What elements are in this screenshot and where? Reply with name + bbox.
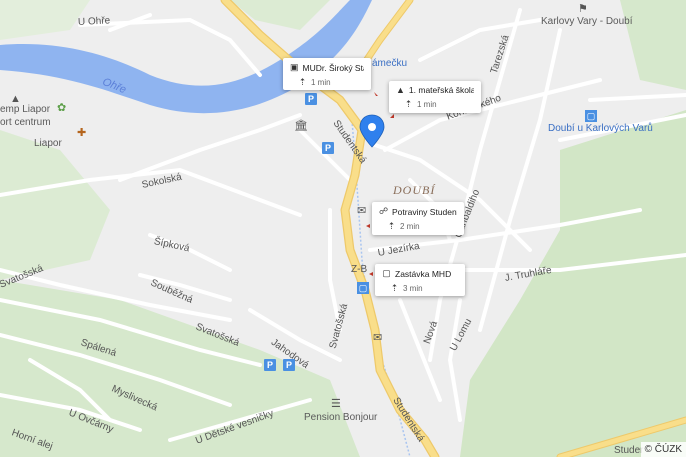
- place-label-karlovy-vary-doubi[interactable]: Karlovy Vary - Doubí: [541, 16, 633, 27]
- popup-time: 2 min: [400, 222, 420, 231]
- popup-name: Zastávka MHD: [395, 268, 452, 279]
- map-copyright[interactable]: © ČÚZK: [640, 442, 686, 457]
- parking-icon[interactable]: P: [322, 142, 334, 154]
- popup-name: 1. mateřská škola...: [408, 85, 474, 95]
- place-label-doubi-u-karlovych-varu[interactable]: Doubí u Karlových Varů: [548, 123, 653, 134]
- popup-time: 3 min: [403, 284, 423, 293]
- mail-icon[interactable]: ✉: [373, 333, 382, 344]
- popup-name: MUDr. Široký Stan...: [302, 62, 364, 73]
- popup-materska-skola[interactable]: ▲1. mateřská škola... ⇡ 1 min: [389, 81, 481, 113]
- popup-time: 1 min: [311, 78, 331, 87]
- shop-icon: ☍: [379, 206, 389, 216]
- school-icon: ▲: [396, 85, 405, 95]
- popup-potraviny[interactable]: ☍Potraviny Student... ⇡ 2 min: [372, 202, 464, 235]
- palm-icon[interactable]: ✿: [57, 103, 66, 114]
- walk-icon: ⇡: [404, 99, 413, 109]
- bus-stop-icon[interactable]: ▢: [585, 110, 597, 122]
- mail-icon[interactable]: ✉: [357, 206, 366, 217]
- camp-icon[interactable]: ▲: [10, 94, 21, 105]
- medical-icon: ▣: [290, 62, 299, 72]
- popup-name: Potraviny Student...: [392, 206, 457, 217]
- place-label-camp-liapor: emp Liapor: [0, 104, 51, 115]
- parking-icon[interactable]: P: [283, 359, 295, 371]
- place-label-liapor: Liapor: [34, 138, 62, 149]
- district-label-doubi: DOUBÍ: [393, 183, 436, 197]
- museum-icon[interactable]: 🏛: [294, 121, 308, 132]
- place-label-pension-bonjour[interactable]: Pension Bonjour: [304, 412, 377, 423]
- walk-icon: ⇡: [387, 221, 396, 231]
- popup-mudr-siroky[interactable]: ▣MUDr. Široký Stan... ⇡ 1 min: [283, 58, 371, 90]
- castle-icon[interactable]: ⚑: [578, 4, 588, 15]
- bus-stop-icon[interactable]: ▢: [357, 282, 369, 294]
- lodging-icon[interactable]: ☰: [331, 399, 341, 410]
- street-label: Z-B: [351, 264, 368, 275]
- popup-zastavka-mhd[interactable]: ▢ Zastávka MHD ⇡ 3 min: [375, 264, 465, 296]
- popup-time: 1 min: [417, 100, 437, 109]
- walk-icon: ⇡: [390, 283, 399, 293]
- street-label: U Ohře: [77, 15, 111, 28]
- place-label-zamecku[interactable]: ámečku: [372, 58, 407, 69]
- parking-icon[interactable]: P: [264, 359, 276, 371]
- pharmacy-icon[interactable]: ✚: [77, 128, 86, 139]
- parking-icon[interactable]: P: [305, 93, 317, 105]
- place-label-sport-centrum: ort centrum: [0, 117, 51, 128]
- bus-icon: ▢: [382, 268, 391, 278]
- street-label: Studer: [614, 445, 644, 456]
- walk-icon: ⇡: [298, 77, 307, 87]
